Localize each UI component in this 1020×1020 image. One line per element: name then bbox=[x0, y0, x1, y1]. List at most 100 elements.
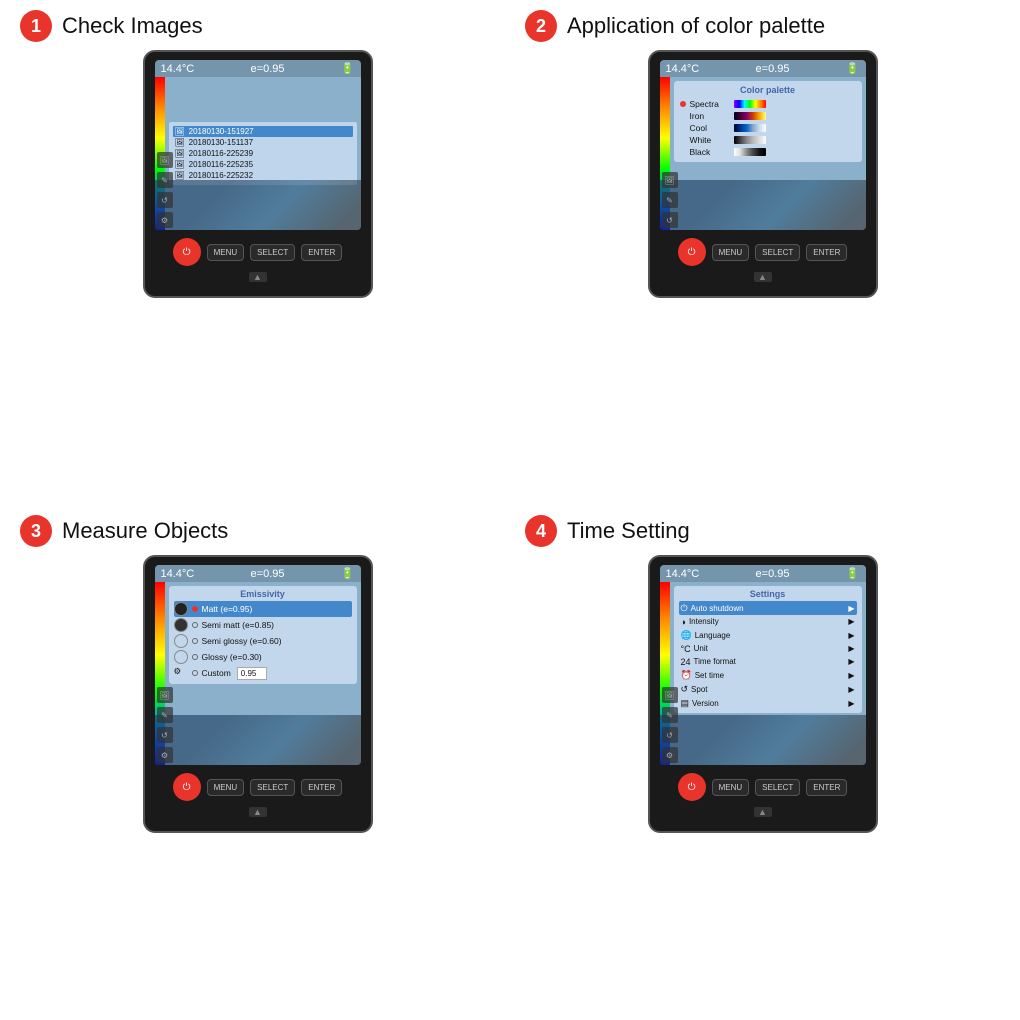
screen-2: 14.4°C e=0.95 🔋 Color palette Spectra bbox=[660, 60, 866, 230]
menu-btn-1[interactable]: MENU bbox=[207, 244, 245, 261]
thermal-bg-1 bbox=[155, 180, 361, 230]
main-grid: 1 Check Images 14.4°C e=0.95 🔋 🖼 201 bbox=[0, 0, 1020, 1020]
select-btn-1[interactable]: SELECT bbox=[250, 244, 295, 261]
title-color-palette: Application of color palette bbox=[567, 13, 825, 39]
step-3-circle: 3 bbox=[20, 515, 52, 547]
select-btn-2[interactable]: SELECT bbox=[755, 244, 800, 261]
palette-panel: Color palette Spectra Iron bbox=[674, 81, 862, 162]
side-icons-3: 🖼 ✎ ↺ ⚙ bbox=[157, 687, 173, 763]
emissivity-row-4[interactable]: ⚙ Custom 0.95 bbox=[174, 665, 352, 681]
cell-measure-objects: 3 Measure Objects 14.4°C e=0.95 🔋 Emissi… bbox=[10, 515, 505, 1010]
nav-arrow-1: ▲ bbox=[249, 272, 267, 282]
nav-arrow-3: ▲ bbox=[249, 807, 267, 817]
screen-header-1: 14.4°C e=0.95 🔋 bbox=[155, 60, 361, 77]
palette-title: Color palette bbox=[680, 85, 856, 95]
swatch-iron bbox=[734, 112, 766, 120]
enter-btn-3[interactable]: ENTER bbox=[301, 779, 342, 796]
palette-row-1[interactable]: Iron bbox=[680, 110, 856, 122]
screen-1: 14.4°C e=0.95 🔋 🖼 20180130-151927 bbox=[155, 60, 361, 230]
cell-time-setting: 4 Time Setting 14.4°C e=0.95 🔋 Settings bbox=[515, 515, 1010, 1010]
title-measure-objects: Measure Objects bbox=[62, 518, 228, 544]
thermal-bg-2 bbox=[660, 180, 866, 230]
side-icons-4: 🖼 ✎ ↺ ⚙ bbox=[662, 687, 678, 763]
settings-row-6[interactable]: ↺ Spot ▶ bbox=[679, 682, 857, 696]
palette-row-3[interactable]: White bbox=[680, 134, 856, 146]
power-btn-3[interactable]: ⏻ bbox=[173, 773, 201, 801]
step-4-circle: 4 bbox=[525, 515, 557, 547]
file-item-1[interactable]: 🖼 20180130-151137 bbox=[173, 137, 353, 148]
screen-4: 14.4°C e=0.95 🔋 Settings ⏻ Auto shutdown bbox=[660, 565, 866, 765]
settings-row-2[interactable]: 🌐 Language ▶ bbox=[679, 628, 857, 642]
file-list: 🖼 20180130-151927 🖼 20180130-151137 🖼 20… bbox=[169, 122, 357, 185]
device-frame-4: 14.4°C e=0.95 🔋 Settings ⏻ Auto shutdown bbox=[648, 555, 878, 833]
screen-header-3: 14.4°C e=0.95 🔋 bbox=[155, 565, 361, 582]
swatch-cool bbox=[734, 124, 766, 132]
power-btn-1[interactable]: ⏻ bbox=[173, 238, 201, 266]
enter-btn-2[interactable]: ENTER bbox=[806, 244, 847, 261]
nav-arrow-4: ▲ bbox=[754, 807, 772, 817]
side-icons-1: 🖼 ✎ ↺ ⚙ bbox=[157, 152, 173, 228]
settings-row-5[interactable]: ⏰ Set time ▶ bbox=[679, 668, 857, 682]
header-time-setting: 4 Time Setting bbox=[515, 515, 690, 547]
palette-row-2[interactable]: Cool bbox=[680, 122, 856, 134]
device-frame-1: 14.4°C e=0.95 🔋 🖼 20180130-151927 bbox=[143, 50, 373, 298]
nav-arrow-2: ▲ bbox=[754, 272, 772, 282]
palette-row-0[interactable]: Spectra bbox=[680, 98, 856, 110]
emissivity-row-1[interactable]: Semi matt (e=0.85) bbox=[174, 617, 352, 633]
settings-panel: Settings ⏻ Auto shutdown ▶ ◑ bbox=[674, 586, 862, 713]
menu-btn-3[interactable]: MENU bbox=[207, 779, 245, 796]
thermal-bg-4 bbox=[660, 715, 866, 765]
settings-row-3[interactable]: °C Unit ▶ bbox=[679, 642, 857, 655]
swatch-white bbox=[734, 136, 766, 144]
power-btn-2[interactable]: ⏻ bbox=[678, 238, 706, 266]
emissivity-row-2[interactable]: Semi glossy (e=0.60) bbox=[174, 633, 352, 649]
screen-3: 14.4°C e=0.95 🔋 Emissivity Matt (e=0.95) bbox=[155, 565, 361, 765]
file-item-2[interactable]: 🖼 20180116-225239 bbox=[173, 148, 353, 159]
settings-row-0[interactable]: ⏻ Auto shutdown ▶ bbox=[679, 601, 857, 615]
power-btn-4[interactable]: ⏻ bbox=[678, 773, 706, 801]
btn-row-3: ⏻ MENU SELECT ENTER bbox=[173, 773, 343, 801]
palette-row-4[interactable]: Black bbox=[680, 146, 856, 158]
title-time-setting: Time Setting bbox=[567, 518, 690, 544]
emissivity-row-3[interactable]: Glossy (e=0.30) bbox=[174, 649, 352, 665]
btn-row-4: ⏻ MENU SELECT ENTER bbox=[678, 773, 848, 801]
header-color-palette: 2 Application of color palette bbox=[515, 10, 825, 42]
thermal-bg-3 bbox=[155, 715, 361, 765]
screen-body-4: Settings ⏻ Auto shutdown ▶ ◑ bbox=[660, 582, 866, 765]
btn-row-2: ⏻ MENU SELECT ENTER bbox=[678, 238, 848, 266]
select-btn-3[interactable]: SELECT bbox=[250, 779, 295, 796]
screen-header-2: 14.4°C e=0.95 🔋 bbox=[660, 60, 866, 77]
screen-content-4: Settings ⏻ Auto shutdown ▶ ◑ bbox=[670, 582, 866, 765]
title-check-images: Check Images bbox=[62, 13, 203, 39]
header-check-images: 1 Check Images bbox=[10, 10, 203, 42]
settings-row-1[interactable]: ◑ Intensity ▶ bbox=[679, 615, 857, 628]
screen-content-2: Color palette Spectra Iron bbox=[670, 77, 866, 230]
step-1-circle: 1 bbox=[20, 10, 52, 42]
screen-body-1: 🖼 20180130-151927 🖼 20180130-151137 🖼 20… bbox=[155, 77, 361, 230]
side-icons-2: 🖼 ✎ ↺ bbox=[662, 172, 678, 228]
screen-body-2: Color palette Spectra Iron bbox=[660, 77, 866, 230]
screen-header-4: 14.4°C e=0.95 🔋 bbox=[660, 565, 866, 582]
file-item-0[interactable]: 🖼 20180130-151927 bbox=[173, 126, 353, 137]
swatch-spectra bbox=[734, 100, 766, 108]
enter-btn-4[interactable]: ENTER bbox=[806, 779, 847, 796]
screen-body-3: Emissivity Matt (e=0.95) Semi matt (e=0.… bbox=[155, 582, 361, 765]
screen-content-3: Emissivity Matt (e=0.95) Semi matt (e=0.… bbox=[165, 582, 361, 765]
settings-row-7[interactable]: ▤ Version ▶ bbox=[679, 696, 857, 710]
device-frame-3: 14.4°C e=0.95 🔋 Emissivity Matt (e=0.95) bbox=[143, 555, 373, 833]
btn-row-1: ⏻ MENU SELECT ENTER bbox=[173, 238, 343, 266]
emissivity-icon-matt bbox=[174, 602, 188, 616]
select-btn-4[interactable]: SELECT bbox=[755, 779, 800, 796]
device-frame-2: 14.4°C e=0.95 🔋 Color palette Spectra bbox=[648, 50, 878, 298]
cell-check-images: 1 Check Images 14.4°C e=0.95 🔋 🖼 201 bbox=[10, 10, 505, 505]
menu-btn-2[interactable]: MENU bbox=[712, 244, 750, 261]
emissivity-row-0[interactable]: Matt (e=0.95) bbox=[174, 601, 352, 617]
enter-btn-1[interactable]: ENTER bbox=[301, 244, 342, 261]
file-item-3[interactable]: 🖼 20180116-225235 bbox=[173, 159, 353, 170]
header-measure-objects: 3 Measure Objects bbox=[10, 515, 228, 547]
swatch-black bbox=[734, 148, 766, 156]
settings-row-4[interactable]: 24 Time format ▶ bbox=[679, 655, 857, 668]
step-2-circle: 2 bbox=[525, 10, 557, 42]
screen-content-1: 🖼 20180130-151927 🖼 20180130-151137 🖼 20… bbox=[165, 77, 361, 230]
menu-btn-4[interactable]: MENU bbox=[712, 779, 750, 796]
